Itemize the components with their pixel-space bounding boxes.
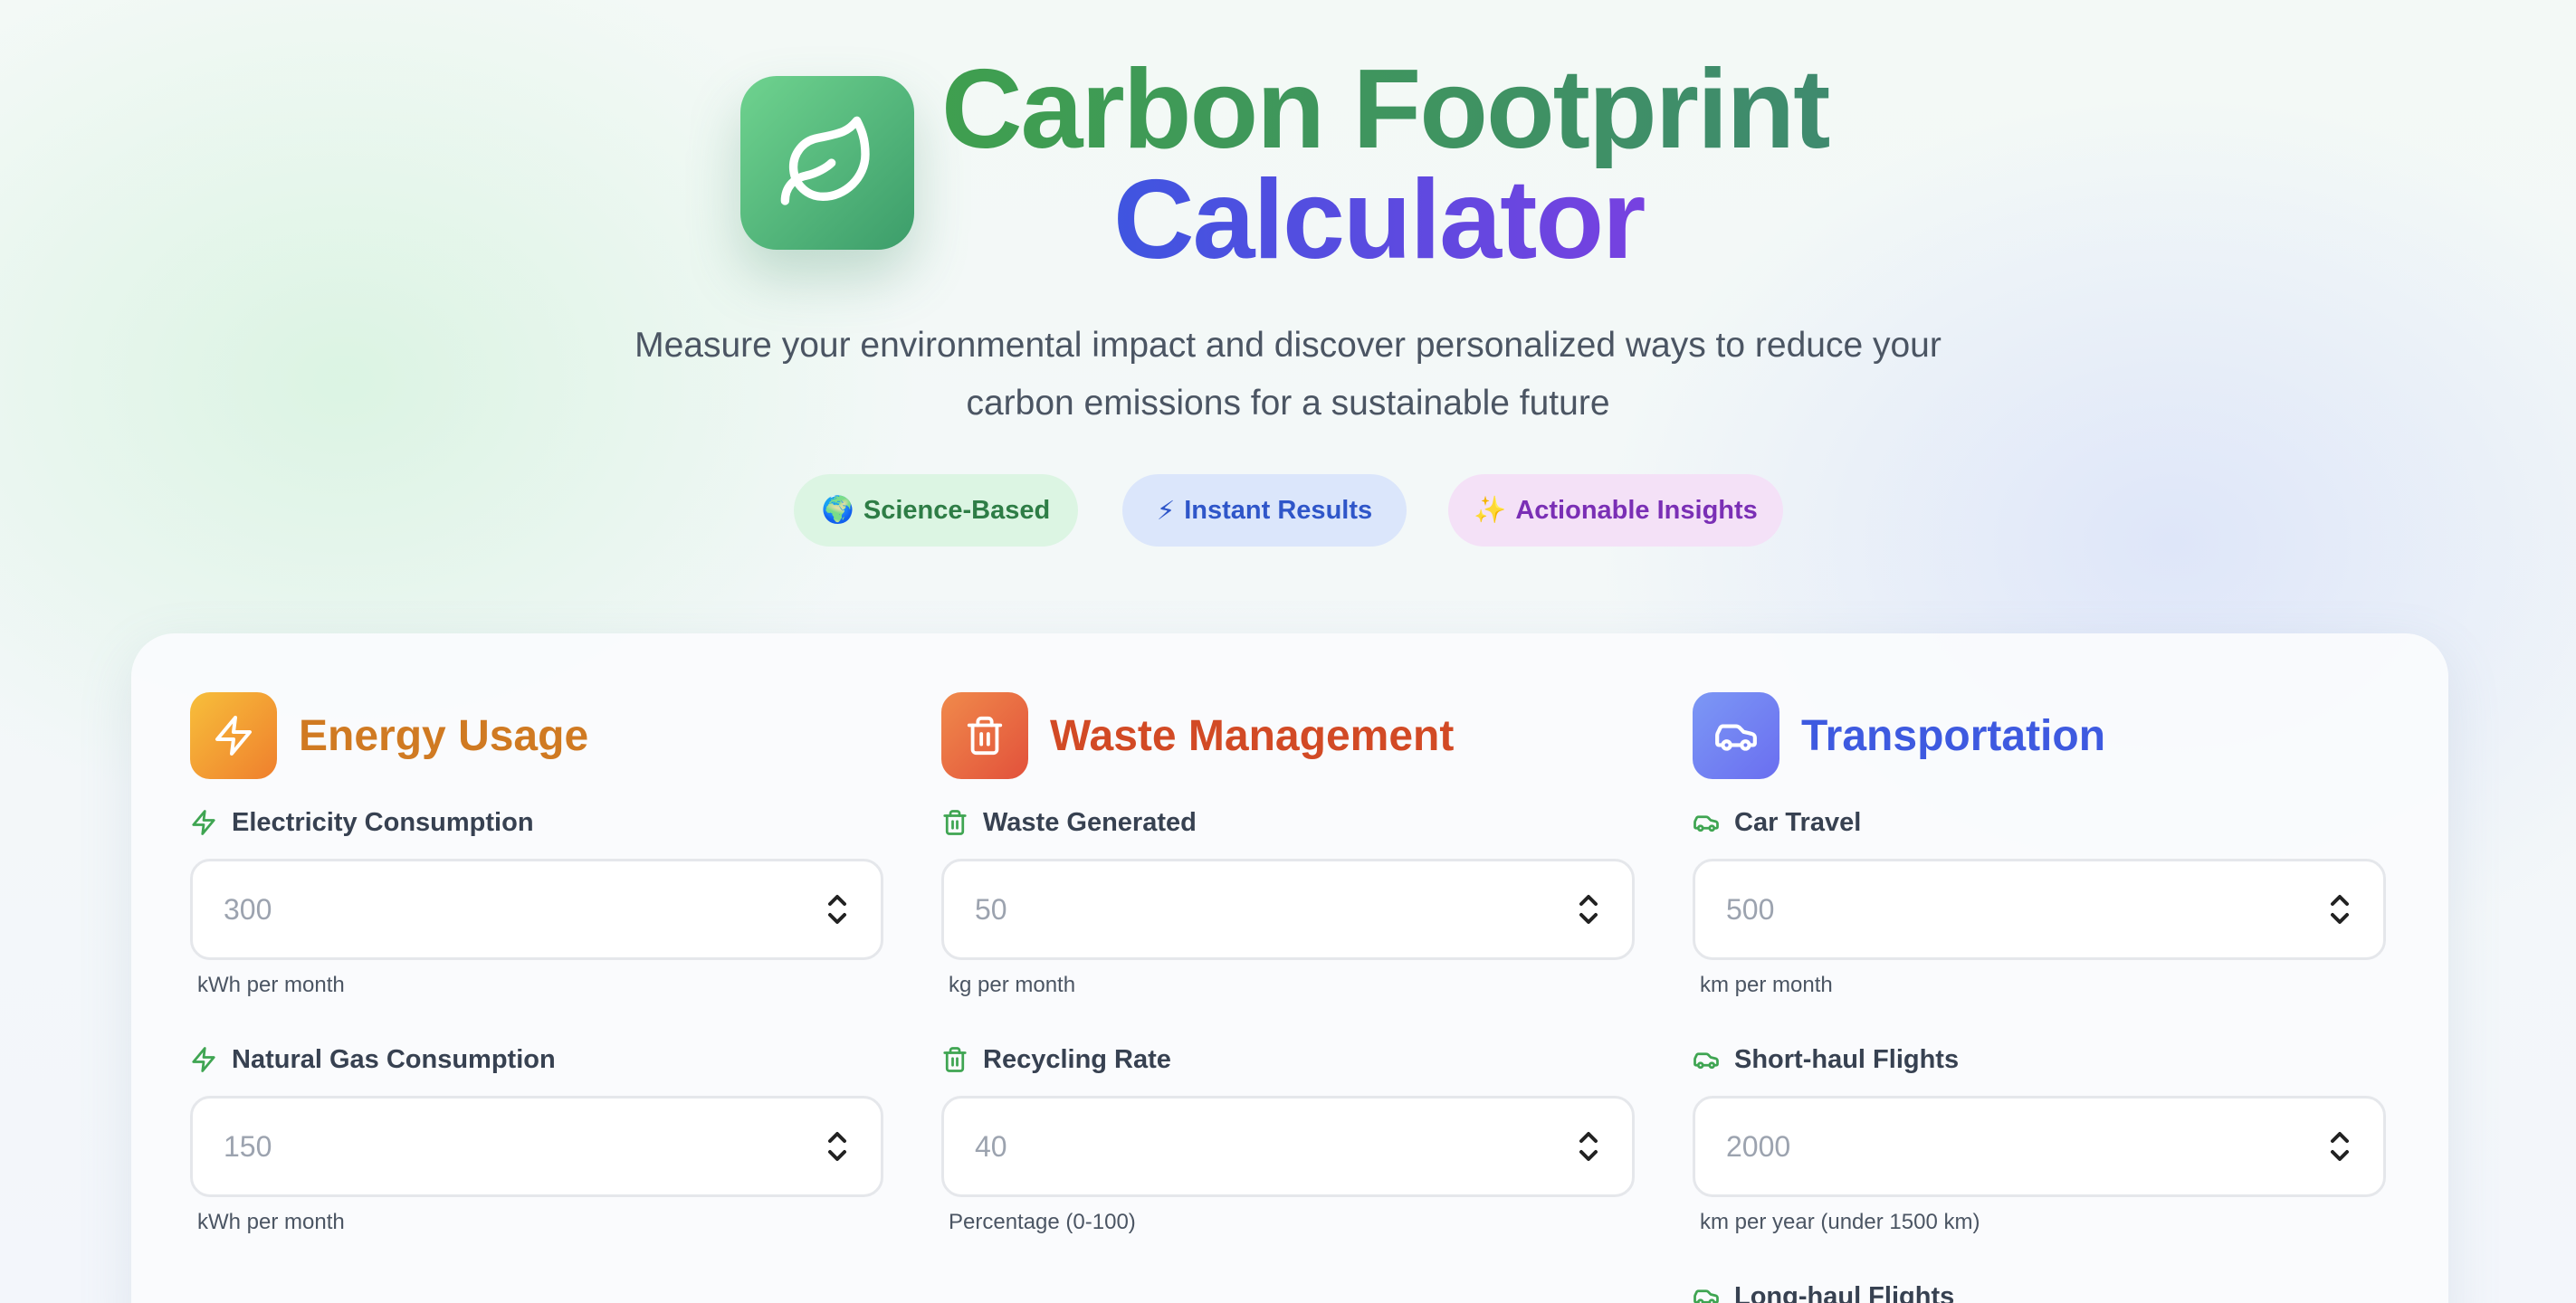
- lightning-emoji-icon: ⚡: [1156, 496, 1176, 526]
- badge-actionable-insights: ✨ Actionable Insights: [1448, 474, 1783, 547]
- badge-instant-results: ⚡ Instant Results: [1122, 474, 1407, 547]
- field-hint: km per year (under 1500 km): [1700, 1210, 1980, 1234]
- page-title-line-1: Carbon Footprint: [941, 51, 1846, 168]
- number-stepper-icon[interactable]: [2327, 891, 2352, 927]
- trash-icon: [941, 692, 1028, 779]
- field-label: Short-haul Flights: [1734, 1044, 1960, 1074]
- natural-gas-field: Natural Gas Consumption 150 kWh per mont…: [190, 1041, 883, 1235]
- number-stepper-icon[interactable]: [1576, 891, 1601, 927]
- number-stepper-icon[interactable]: [1576, 1128, 1601, 1165]
- number-stepper-icon[interactable]: [2327, 1128, 2352, 1165]
- car-travel-field: Car Travel 500 km per month: [1693, 804, 2386, 998]
- input-placeholder: 40: [975, 1129, 1007, 1163]
- field-label: Long-haul Flights: [1734, 1281, 1955, 1303]
- hero-header: Carbon Footprint Calculator Measure your…: [0, 0, 2576, 615]
- globe-icon: 🌍: [821, 496, 854, 525]
- car-icon: [1693, 815, 1719, 832]
- badge-label: Actionable Insights: [1515, 495, 1758, 525]
- badge-label: Instant Results: [1184, 495, 1373, 525]
- trash-icon: [943, 1047, 967, 1072]
- field-label: Recycling Rate: [983, 1044, 1171, 1074]
- field-hint: kWh per month: [197, 1210, 345, 1234]
- transportation-section: Transportation Car Travel 500 km per mon…: [1693, 692, 2386, 1303]
- car-icon: [1693, 1289, 1719, 1303]
- input-placeholder: 300: [224, 892, 272, 926]
- field-hint: kWh per month: [197, 973, 345, 997]
- app-logo: [740, 76, 914, 250]
- field-hint: kg per month: [949, 973, 1076, 997]
- energy-section-title: Energy Usage: [299, 711, 589, 760]
- long-haul-flights-field: Long-haul Flights: [1693, 1279, 2386, 1303]
- field-hint: km per month: [1700, 973, 1833, 997]
- transportation-section-header: Transportation: [1693, 692, 2386, 779]
- trash-icon: [943, 810, 967, 835]
- sparkles-icon: ✨: [1474, 496, 1507, 525]
- badge-label: Science-Based: [863, 495, 1051, 525]
- input-placeholder: 500: [1726, 892, 1775, 926]
- car-icon: [1693, 692, 1779, 779]
- natural-gas-input[interactable]: 150: [190, 1096, 883, 1197]
- input-placeholder: 2000: [1726, 1129, 1791, 1163]
- field-label: Natural Gas Consumption: [232, 1044, 556, 1074]
- electricity-input[interactable]: 300: [190, 859, 883, 960]
- electricity-field: Electricity Consumption 300 kWh per mont…: [190, 804, 883, 998]
- number-stepper-icon[interactable]: [825, 891, 850, 927]
- badge-science-based: 🌍 Science-Based: [794, 474, 1078, 547]
- car-icon: [1693, 1052, 1719, 1070]
- input-placeholder: 50: [975, 892, 1007, 926]
- short-haul-flights-field: Short-haul Flights 2000 km per year (und…: [1693, 1041, 2386, 1235]
- waste-section-title: Waste Management: [1050, 711, 1455, 760]
- energy-section-header: Energy Usage: [190, 692, 883, 779]
- input-placeholder: 150: [224, 1129, 272, 1163]
- waste-generated-field: Waste Generated 50 kg per month: [941, 804, 1635, 998]
- field-label: Electricity Consumption: [232, 807, 534, 837]
- waste-section-header: Waste Management: [941, 692, 1635, 779]
- field-label: Car Travel: [1734, 807, 1862, 837]
- field-label: Waste Generated: [983, 807, 1197, 837]
- lightning-icon: [190, 692, 277, 779]
- car-travel-input[interactable]: 500: [1693, 859, 2386, 960]
- lightning-icon: [192, 1047, 215, 1072]
- leaf-icon: [780, 116, 870, 205]
- short-haul-flights-input[interactable]: 2000: [1693, 1096, 2386, 1197]
- lightning-icon: [192, 810, 215, 835]
- page-title-line-2: Calculator: [1113, 161, 1693, 279]
- recycling-rate-input[interactable]: 40: [941, 1096, 1635, 1197]
- field-hint: Percentage (0-100): [949, 1210, 1136, 1234]
- number-stepper-icon[interactable]: [825, 1128, 850, 1165]
- page-subtitle: Measure your environmental impact and di…: [634, 326, 1942, 423]
- waste-generated-input[interactable]: 50: [941, 859, 1635, 960]
- recycling-rate-field: Recycling Rate 40 Percentage (0-100): [941, 1041, 1635, 1235]
- transportation-section-title: Transportation: [1801, 711, 2106, 760]
- energy-section: Energy Usage Electricity Consumption 300…: [190, 692, 883, 1235]
- waste-section: Waste Management Waste Generated 50 kg p…: [941, 692, 1635, 1235]
